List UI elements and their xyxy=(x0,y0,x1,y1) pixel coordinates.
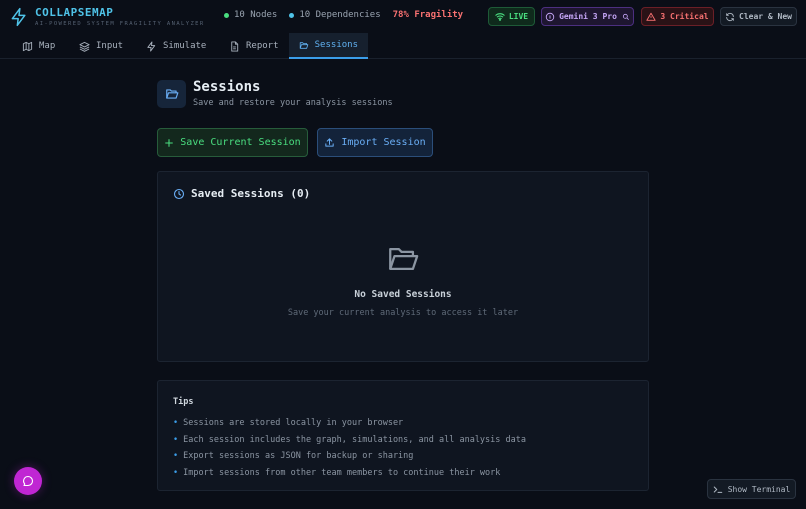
document-icon xyxy=(231,40,239,52)
tab-sessions[interactable]: Sessions xyxy=(289,33,368,59)
brand-name: COLLAPSEMAP xyxy=(35,6,114,19)
empty-state-title: No Saved Sessions xyxy=(354,289,452,300)
critical-badge[interactable]: 3 Critical xyxy=(641,7,714,26)
saved-sessions-title: Saved Sessions (0) xyxy=(191,187,311,200)
plus-icon xyxy=(165,138,174,147)
tab-map-label: Map xyxy=(39,41,56,51)
stats-bar: 10 Nodes 10 Dependencies 78% Fragility xyxy=(224,10,463,20)
critical-label: 3 Critical xyxy=(660,12,709,21)
show-terminal-button[interactable]: Show Terminal xyxy=(707,479,796,499)
nodes-dot-icon xyxy=(224,12,229,18)
warning-triangle-icon xyxy=(646,12,657,21)
model-label: Gemini 3 Pro xyxy=(559,12,617,21)
tab-report[interactable]: Report xyxy=(219,33,289,59)
folder-open-icon xyxy=(165,89,178,99)
page-title: Sessions xyxy=(193,79,261,95)
import-session-button[interactable]: Import Session xyxy=(317,128,433,157)
bolt-icon xyxy=(147,40,156,52)
tip-item: Sessions are stored locally in your brow… xyxy=(173,415,526,432)
saved-sessions-panel: Saved Sessions (0) No Saved Sessions Sav… xyxy=(157,171,649,362)
brand: COLLAPSEMAP AI-POWERED SYSTEM FRAGILITY … xyxy=(35,6,205,27)
terminal-icon xyxy=(713,486,722,493)
tip-item: Import sessions from other team members … xyxy=(173,465,526,482)
tab-report-label: Report xyxy=(246,41,279,51)
dependencies-dot-icon xyxy=(289,12,295,18)
app-header: COLLAPSEMAP AI-POWERED SYSTEM FRAGILITY … xyxy=(0,0,806,33)
sessions-title-icon-box xyxy=(157,80,186,108)
clear-new-label: Clear & New xyxy=(739,12,792,21)
chat-button[interactable] xyxy=(14,467,42,495)
tab-sessions-label: Sessions xyxy=(314,40,358,50)
tab-map[interactable]: Map xyxy=(12,33,65,59)
live-label: LIVE xyxy=(508,12,529,21)
stat-fragility: 78% Fragility xyxy=(392,10,464,20)
saved-sessions-heading: Saved Sessions (0) xyxy=(173,187,310,200)
stat-nodes: 10 Nodes xyxy=(224,10,277,20)
bolt-logo-icon xyxy=(11,7,26,27)
empty-state-subtitle: Save your current analysis to access it … xyxy=(287,308,519,318)
tips-list: Sessions are stored locally in your brow… xyxy=(173,415,526,482)
map-icon xyxy=(22,41,33,51)
tab-bar: Map Input Simulate Report Sessions xyxy=(0,33,806,59)
import-session-label: Import Session xyxy=(341,137,426,148)
upload-icon xyxy=(325,138,335,147)
save-session-button[interactable]: Save Current Session xyxy=(157,128,308,157)
stat-nodes-label: 10 Nodes xyxy=(234,10,278,20)
tips-title: Tips xyxy=(173,397,194,407)
model-selector-button[interactable]: Gemini 3 Pro xyxy=(541,7,634,26)
info-circle-icon xyxy=(545,12,555,21)
empty-folder-icon xyxy=(389,247,419,271)
live-badge: LIVE xyxy=(488,7,535,26)
tab-simulate-label: Simulate xyxy=(163,41,207,51)
stat-dependencies-label: 10 Dependencies xyxy=(299,10,381,20)
tab-input[interactable]: Input xyxy=(69,33,133,59)
clock-icon xyxy=(173,188,185,199)
search-icon xyxy=(622,13,629,20)
tip-item: Export sessions as JSON for backup or sh… xyxy=(173,448,526,465)
tip-item: Each session includes the graph, simulat… xyxy=(173,432,526,449)
tips-panel: Tips Sessions are stored locally in your… xyxy=(157,380,649,491)
page-subtitle: Save and restore your analysis sessions xyxy=(193,98,393,108)
stat-dependencies: 10 Dependencies xyxy=(289,10,381,20)
show-terminal-label: Show Terminal xyxy=(727,484,791,494)
tab-input-label: Input xyxy=(96,41,124,51)
wifi-icon xyxy=(495,13,505,21)
save-session-label: Save Current Session xyxy=(180,137,301,148)
clear-new-button[interactable]: Clear & New xyxy=(720,7,797,26)
layers-icon xyxy=(79,41,90,52)
brand-tagline: AI-POWERED SYSTEM FRAGILITY ANALYZER xyxy=(35,21,205,27)
folder-open-icon xyxy=(299,41,309,49)
tab-simulate[interactable]: Simulate xyxy=(136,33,216,59)
refresh-icon xyxy=(726,12,734,21)
chat-bubble-icon xyxy=(23,475,34,487)
